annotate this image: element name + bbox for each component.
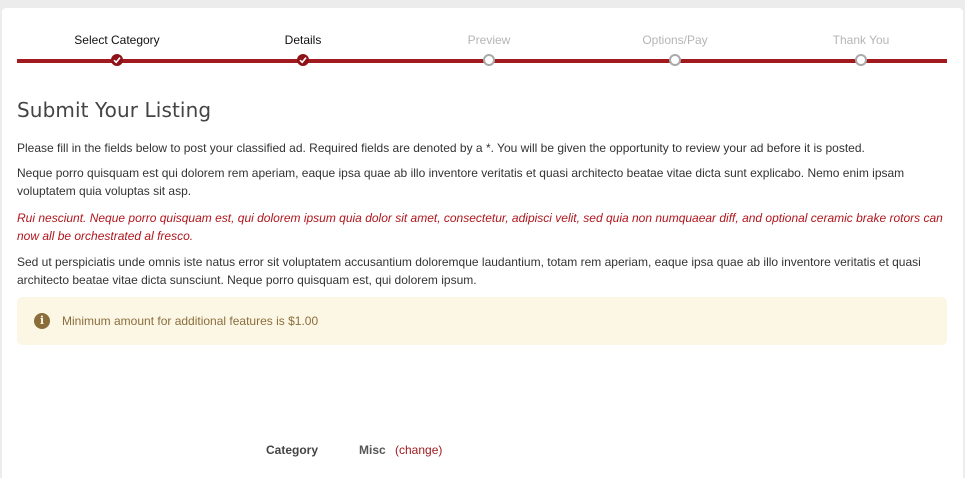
- info-alert: i Minimum amount for additional features…: [17, 297, 947, 345]
- circle-icon: [669, 54, 681, 66]
- progress-stepper: Select Category Details Preview Options/…: [17, 8, 947, 78]
- description-text-2: Sed ut perspiciatis unde omnis iste natu…: [17, 255, 921, 287]
- step-options-pay: Options/Pay: [580, 32, 770, 66]
- alert-message: Minimum amount for additional features i…: [62, 314, 319, 328]
- change-category-link[interactable]: (change): [395, 443, 442, 457]
- description-text: Neque porro quisquam est qui dolorem rem…: [17, 166, 905, 198]
- step-select-category[interactable]: Select Category: [22, 32, 212, 66]
- stepper-track: [17, 59, 947, 63]
- circle-icon: [483, 54, 495, 66]
- step-label: Details: [284, 33, 322, 47]
- step-label: Preview: [467, 33, 511, 47]
- step-preview: Preview: [394, 32, 584, 66]
- category-value: Misc: [359, 443, 386, 457]
- highlight-text: Rui nesciunt. Neque porro quisquam est, …: [17, 211, 943, 243]
- listing-card: Select Category Details Preview Options/…: [2, 8, 963, 478]
- circle-icon: [855, 54, 867, 66]
- intro-text: Please fill in the fields below to post …: [17, 141, 865, 155]
- category-label: Category: [266, 443, 319, 457]
- step-thank-you: Thank You: [766, 32, 956, 66]
- info-icon: i: [34, 313, 50, 329]
- check-icon: [111, 54, 123, 66]
- step-label: Select Category: [74, 33, 160, 47]
- step-label: Options/Pay: [642, 33, 708, 47]
- page-title: Submit Your Listing: [17, 98, 212, 122]
- step-label: Thank You: [832, 33, 890, 47]
- check-icon: [297, 54, 309, 66]
- step-details[interactable]: Details: [208, 32, 398, 66]
